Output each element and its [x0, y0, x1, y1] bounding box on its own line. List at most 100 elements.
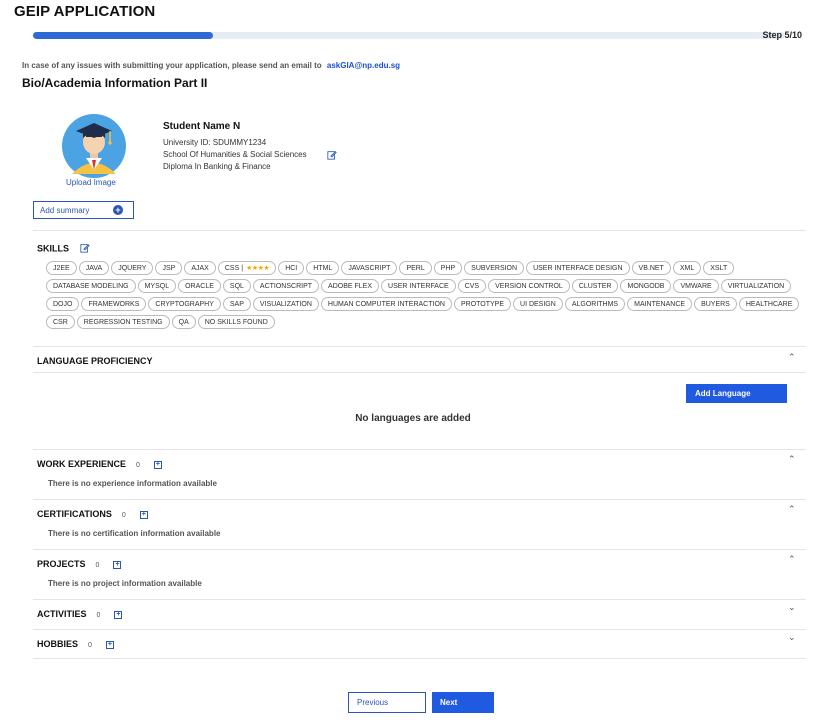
next-button[interactable]: Next — [432, 692, 494, 713]
skill-chip-label: JSP — [162, 264, 176, 272]
skill-chip-label: HCI — [285, 264, 298, 272]
skill-chip-label: UI DESIGN — [520, 300, 556, 308]
skill-chip[interactable]: UI DESIGN — [513, 297, 563, 311]
skill-chip[interactable]: AJAX — [184, 261, 216, 275]
skill-chip[interactable]: MYSQL — [137, 279, 177, 293]
skill-chip[interactable]: CSR — [46, 315, 75, 329]
chevron-down-icon[interactable]: ⌄ — [788, 632, 796, 643]
skill-chip[interactable]: CVS — [457, 279, 487, 293]
add-hobby-button[interactable]: + — [105, 640, 114, 649]
skill-chip[interactable]: JSP — [155, 261, 183, 275]
skill-chip-label: PHP — [440, 264, 456, 272]
chevron-up-icon[interactable]: ⌃ — [788, 554, 796, 565]
skill-chip[interactable]: CRYPTOGRAPHY — [148, 297, 221, 311]
skill-chip[interactable]: JAVA — [78, 261, 110, 275]
skill-chip[interactable]: VIRTUALIZATION — [720, 279, 792, 293]
skill-chip-label: VERSION CONTROL — [495, 282, 563, 290]
skill-chip-label: MAINTENANCE — [634, 300, 686, 308]
support-email-link[interactable]: askGIA@np.edu.sg — [327, 61, 400, 70]
skill-chip[interactable]: PERL — [399, 261, 432, 275]
skill-chip-label: CSS — [224, 264, 240, 272]
chevron-up-icon[interactable]: ⌃ — [788, 504, 796, 515]
upload-image-link[interactable]: Upload Image — [66, 178, 116, 187]
skill-chip[interactable]: ALGORITHMS — [564, 297, 626, 311]
divider — [33, 549, 806, 550]
skill-chip[interactable]: ADOBE FLEX — [321, 279, 380, 293]
add-activity-button[interactable]: + — [114, 610, 123, 619]
progress-bar-fill — [33, 32, 214, 39]
skill-chip-label: BUYERS — [701, 300, 730, 308]
add-language-button[interactable]: Add Language — [686, 384, 787, 403]
skill-chip[interactable]: PHP — [433, 261, 463, 275]
skill-chip[interactable]: JAVASCRIPT — [341, 261, 398, 275]
skill-chip[interactable]: USER INTERFACE DESIGN — [526, 261, 630, 275]
skills-list: J2EE JAVA JQUERY JSP AJAX CSS | ★★★★ HCI HTML JAVA… — [46, 261, 816, 329]
skill-chip-label: CRYPTOGRAPHY — [155, 300, 214, 308]
projects-label: PROJECTS — [37, 559, 86, 569]
divider — [33, 346, 806, 347]
skill-chip-label: FRAMEWORKS — [88, 300, 140, 308]
skill-chip[interactable]: MAINTENANCE — [627, 297, 693, 311]
skill-chip[interactable]: BUYERS — [694, 297, 737, 311]
add-work-experience-button[interactable]: + — [153, 460, 162, 469]
activities-heading: ACTIVITIES 0 + — [37, 609, 123, 619]
activities-count: 0 — [96, 612, 101, 619]
skill-chip-label: CSR — [53, 318, 68, 326]
skill-chip[interactable]: SAP — [222, 297, 251, 311]
skill-chip[interactable]: DATABASE MODELING — [46, 279, 136, 293]
skill-chip[interactable]: FRAMEWORKS — [81, 297, 147, 311]
skill-chip[interactable]: VMWARE — [673, 279, 719, 293]
student-name: Student Name N — [163, 121, 241, 132]
skill-chip-label: USER INTERFACE — [388, 282, 449, 290]
add-certification-button[interactable]: + — [139, 510, 148, 519]
student-avatar[interactable] — [62, 114, 126, 178]
edit-skills-button[interactable] — [79, 244, 90, 255]
skill-chip[interactable]: XML — [672, 261, 702, 275]
skill-chip[interactable]: CLUSTER — [571, 279, 619, 293]
skill-chip[interactable]: MONGODB — [620, 279, 672, 293]
skill-chip[interactable]: J2EE — [46, 261, 77, 275]
skill-chip[interactable]: QA — [171, 315, 196, 329]
previous-button[interactable]: Previous — [348, 692, 426, 713]
skill-chip[interactable]: SUBVERSION — [464, 261, 525, 275]
skill-chip[interactable]: CSS | ★★★★ — [217, 261, 277, 275]
skill-chip-label: ORACLE — [185, 282, 214, 290]
divider — [33, 658, 806, 659]
school-name: School Of Humanities & Social Sciences — [163, 150, 307, 159]
skill-chip-label: SUBVERSION — [471, 264, 518, 272]
skill-chip[interactable]: XSLT — [703, 261, 735, 275]
skill-chip[interactable]: PROTOTYPE — [453, 297, 512, 311]
skill-chip[interactable]: VISUALIZATION — [252, 297, 319, 311]
plus-circle-icon: + — [113, 205, 123, 215]
skill-chip-label: VMWARE — [680, 282, 712, 290]
skill-chip[interactable]: USER INTERFACE — [381, 279, 456, 293]
skill-chip[interactable]: REGRESSION TESTING — [76, 315, 170, 329]
separator: | — [241, 264, 244, 272]
skill-chip[interactable]: DOJO — [46, 297, 80, 311]
edit-profile-button[interactable] — [327, 147, 337, 165]
skill-chip[interactable]: HCI — [278, 261, 305, 275]
skill-chip-label: QA — [178, 318, 189, 326]
skill-chip[interactable]: VERSION CONTROL — [488, 279, 570, 293]
skill-chip[interactable]: HTML — [306, 261, 340, 275]
skill-chip[interactable]: ACTIONSCRIPT — [252, 279, 320, 293]
skill-chip-label: MYSQL — [144, 282, 170, 290]
add-project-button[interactable]: + — [113, 560, 122, 569]
skill-chip[interactable]: ORACLE — [178, 279, 221, 293]
skill-chip-label: REGRESSION TESTING — [83, 318, 163, 326]
hobbies-count: 0 — [88, 642, 92, 649]
skill-chip[interactable]: HUMAN COMPUTER INTERACTION — [320, 297, 452, 311]
certifications-empty: There is no certification information av… — [48, 529, 221, 538]
skill-chip[interactable]: NO SKILLS FOUND — [197, 315, 275, 329]
chevron-up-icon[interactable]: ⌃ — [788, 352, 796, 363]
add-summary-button[interactable]: Add summary + — [33, 201, 134, 219]
chevron-down-icon[interactable]: ⌄ — [788, 602, 796, 613]
chevron-up-icon[interactable]: ⌃ — [788, 454, 796, 465]
projects-heading: PROJECTS 0 + — [37, 559, 122, 569]
skill-chip[interactable]: HEALTHCARE — [738, 297, 800, 311]
skill-chip[interactable]: JQUERY — [111, 261, 154, 275]
skill-chip-label: ADOBE FLEX — [328, 282, 373, 290]
certifications-heading: CERTIFICATIONS 0 + — [37, 509, 148, 519]
skill-chip[interactable]: VB.NET — [631, 261, 671, 275]
skill-chip[interactable]: SQL — [222, 279, 251, 293]
